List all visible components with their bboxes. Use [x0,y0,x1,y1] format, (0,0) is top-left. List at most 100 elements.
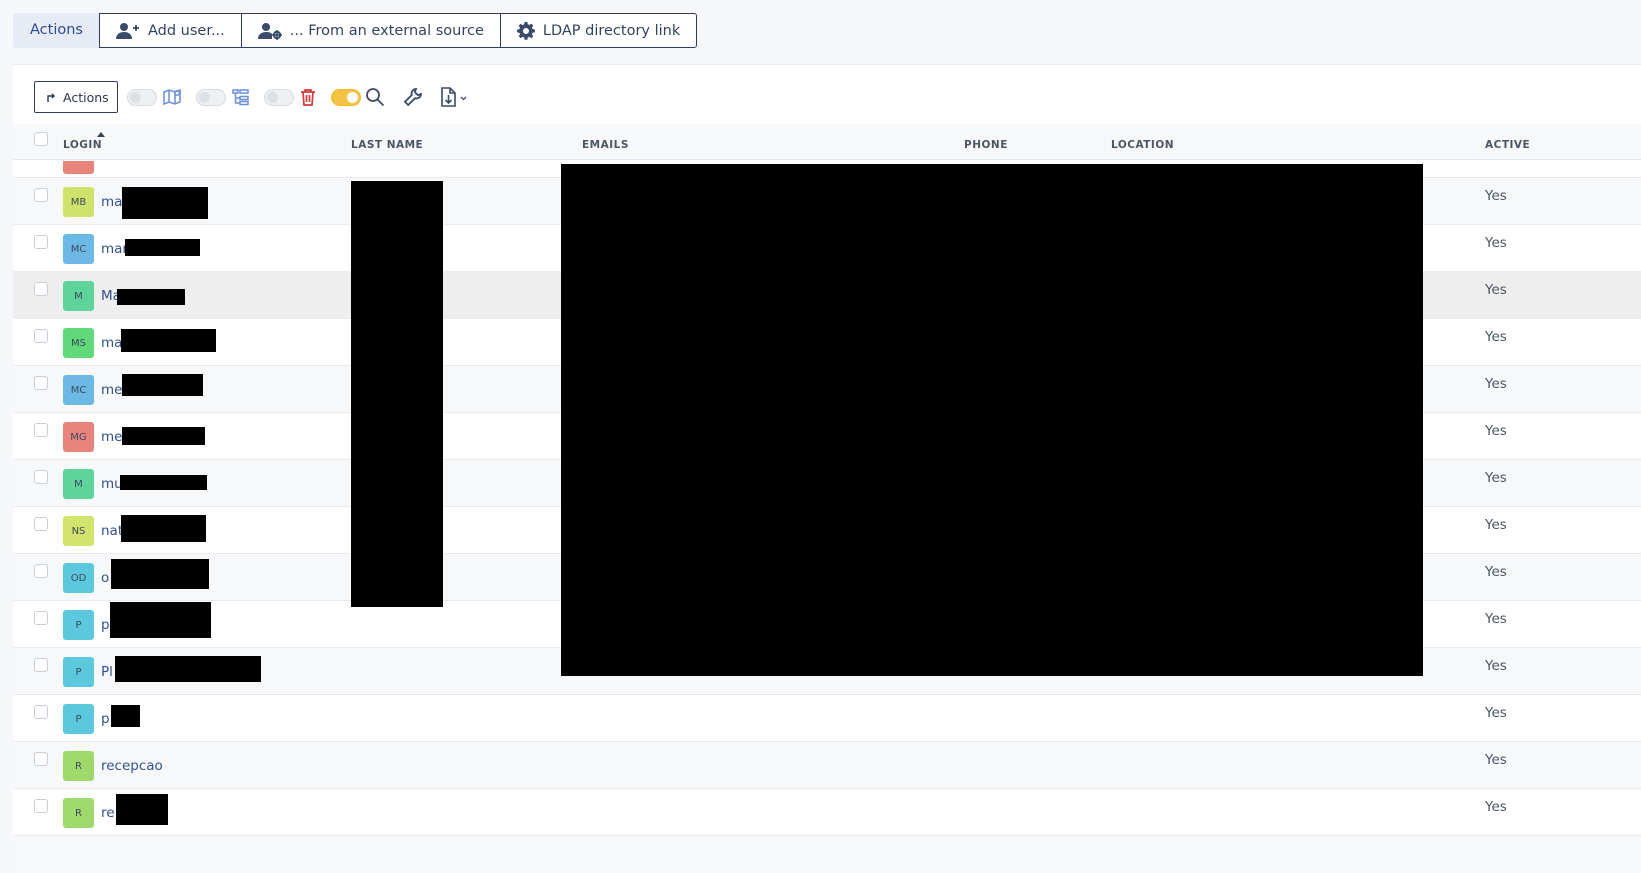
row-checkbox[interactable] [34,329,48,343]
avatar: MB [63,187,94,217]
login-link[interactable]: me [101,382,122,398]
tree-toggle[interactable] [195,88,226,106]
avatar: P [63,657,94,687]
massive-actions-button[interactable]: Actions [34,81,118,113]
active-value: Yes [1485,282,1507,298]
login-link[interactable]: me [101,429,122,445]
row-checkbox[interactable] [34,282,48,296]
column-phone[interactable]: PHONE [964,139,1008,151]
row-checkbox[interactable] [34,658,48,672]
user-plus-icon [115,22,139,39]
login-link[interactable]: ma [101,194,122,210]
column-location[interactable]: LOCATION [1111,139,1174,151]
redaction-box [351,181,443,607]
table-row[interactable]: R re Yes [13,789,1641,836]
active-value: Yes [1485,188,1507,204]
active-value: Yes [1485,235,1507,251]
login-link[interactable]: mar [101,241,128,257]
column-login[interactable]: LOGIN [63,139,102,151]
redaction-box [115,656,261,682]
row-checkbox[interactable] [34,705,48,719]
active-value: Yes [1485,564,1507,580]
table-row[interactable]: R recepcao Yes [13,742,1641,789]
login-link[interactable]: Pl [101,664,113,680]
redaction-box [122,187,208,219]
tree-icon [231,88,250,106]
row-checkbox[interactable] [34,517,48,531]
avatar: P [63,610,94,640]
avatar: R [63,751,94,781]
column-last-name[interactable]: LAST NAME [351,139,423,151]
row-checkbox[interactable] [34,188,48,202]
search-toggle[interactable] [330,88,361,106]
row-checkbox[interactable] [34,235,48,249]
actions-label: Actions [13,13,100,48]
wrench-icon[interactable] [403,87,423,107]
active-value: Yes [1485,752,1507,768]
redaction-box [122,427,205,445]
row-checkbox[interactable] [34,752,48,766]
corner-arrow-icon [47,93,55,102]
external-source-button[interactable]: ... From an external source [240,13,501,48]
select-all-checkbox[interactable] [34,132,48,146]
login-link[interactable]: nat [101,523,123,539]
redaction-box [121,515,206,542]
redaction-box [117,289,185,305]
redaction-box [116,794,168,825]
add-user-label: Add user... [147,22,225,39]
avatar: M [63,469,94,499]
redaction-box [120,475,207,490]
avatar: R [63,798,94,828]
table-row[interactable]: P p Yes [13,695,1641,742]
redaction-box [111,705,140,727]
avatar: M [63,281,94,311]
massive-actions-label: Actions [63,89,109,105]
row-checkbox[interactable] [34,423,48,437]
avatar: P [63,704,94,734]
redaction-box [110,602,211,638]
row-checkbox[interactable] [34,470,48,484]
active-value: Yes [1485,329,1507,345]
row-checkbox[interactable] [34,564,48,578]
users-panel: Actions LOGIN LAST NAME EMAILS PHONE LOC… [13,64,1641,873]
avatar [63,161,94,174]
trash-icon [300,88,316,106]
column-active[interactable]: ACTIVE [1485,139,1530,151]
user-gear-icon [257,22,282,40]
active-value: Yes [1485,658,1507,674]
login-link[interactable]: o [101,570,109,586]
sort-asc-icon [97,132,105,137]
external-source-label: ... From an external source [289,22,484,39]
avatar: MG [63,422,94,452]
redaction-box [111,559,209,589]
active-value: Yes [1485,376,1507,392]
redaction-box [561,164,1423,676]
login-link[interactable]: p [101,617,110,633]
avatar: MC [63,375,94,405]
login-link[interactable]: re [101,805,115,821]
column-emails[interactable]: EMAILS [582,139,629,151]
table-header: LOGIN LAST NAME EMAILS PHONE LOCATION AC… [13,124,1641,160]
active-value: Yes [1485,799,1507,815]
top-action-bar: Actions Add user... ... From an external… [13,13,698,49]
active-value: Yes [1485,517,1507,533]
ldap-link-button[interactable]: LDAP directory link [499,13,698,48]
redaction-box [122,374,203,396]
row-checkbox[interactable] [34,611,48,625]
row-checkbox[interactable] [34,376,48,390]
login-link[interactable]: p [101,711,110,727]
map-toggle[interactable] [126,88,157,106]
export-file-icon[interactable] [439,87,469,107]
login-link[interactable]: recepcao [101,758,163,774]
search-icon[interactable] [365,87,385,107]
avatar: MS [63,328,94,358]
avatar: MC [63,234,94,264]
login-link[interactable]: ma [101,335,122,351]
gear-icon [516,21,535,40]
trash-toggle[interactable] [263,88,294,106]
table-row[interactable] [13,836,1641,873]
users-table-body: MB ma Yes MC mar Yes M Ma Yes MS ma Yes … [13,161,1641,873]
redaction-box [125,239,200,256]
add-user-button[interactable]: Add user... [98,13,242,48]
row-checkbox[interactable] [34,799,48,813]
